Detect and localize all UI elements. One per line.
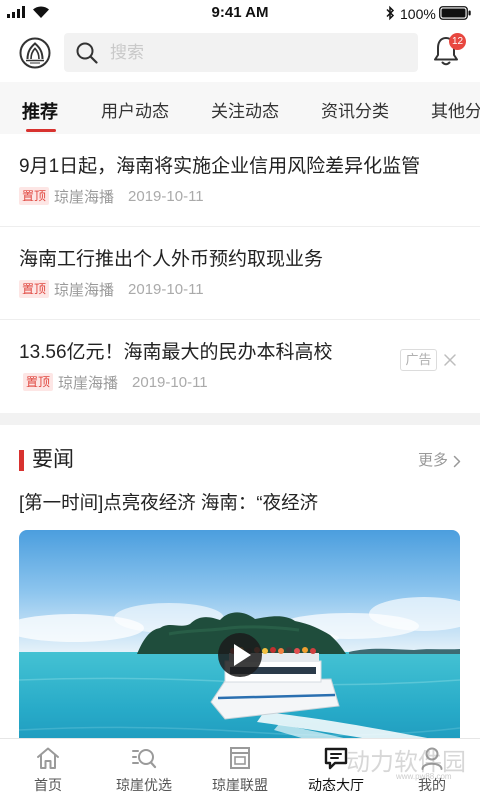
app-screen: 9:41 AM 100% 12 bbox=[0, 0, 480, 800]
news-meta: 置顶 琼崖海播 2019-10-11 bbox=[19, 279, 204, 299]
news-date: 2019-10-11 bbox=[128, 187, 204, 205]
pinned-tag: 置顶 bbox=[19, 280, 50, 298]
close-icon[interactable] bbox=[443, 353, 457, 367]
nav-label: 我的 bbox=[418, 777, 446, 793]
nav-label: 动态大厅 bbox=[308, 777, 364, 793]
news-item[interactable]: 9月1日起，海南将实施企业信用风险差异化监管 置顶 琼崖海播 2019-10-1… bbox=[0, 134, 480, 227]
search-input[interactable] bbox=[110, 33, 400, 72]
section-title: 要闻 bbox=[32, 448, 74, 471]
nav-label: 首页 bbox=[34, 777, 62, 793]
profile-icon bbox=[421, 747, 443, 770]
search-bar[interactable] bbox=[64, 33, 418, 72]
nav-alliance[interactable]: 琼崖联盟 bbox=[192, 739, 288, 800]
headlines-section-header: 要闻 更多 bbox=[0, 425, 480, 481]
news-board-icon bbox=[230, 747, 250, 769]
nav-home[interactable]: 首页 bbox=[0, 739, 96, 800]
bluetooth-icon bbox=[386, 5, 395, 21]
nav-label: 琼崖联盟 bbox=[212, 777, 268, 793]
tab-other-categories[interactable]: 其他分类 bbox=[431, 100, 480, 124]
featured-title[interactable]: [第一时间]点亮夜经济 海南：“夜经济 bbox=[19, 490, 461, 516]
logo-icon[interactable] bbox=[19, 37, 51, 69]
news-title: 13.56亿元！海南最大的民办本科高校 bbox=[19, 342, 333, 363]
tab-user-updates[interactable]: 用户动态 bbox=[101, 100, 169, 124]
news-source: 琼崖海播 bbox=[54, 281, 115, 299]
ad-badge: 广告 bbox=[400, 349, 437, 371]
pinned-tag: 置顶 bbox=[23, 373, 54, 391]
battery-icon bbox=[439, 6, 471, 20]
news-date: 2019-10-11 bbox=[128, 280, 204, 298]
news-title: 海南工行推出个人外币预约取现业务 bbox=[19, 249, 324, 270]
news-item[interactable]: 海南工行推出个人外币预约取现业务 置顶 琼崖海播 2019-10-11 bbox=[0, 227, 480, 320]
news-item-ad[interactable]: 13.56亿元！海南最大的民办本科高校 置顶 琼崖海播 2019-10-11 广… bbox=[0, 320, 480, 413]
battery-percent: 100% bbox=[400, 6, 436, 22]
more-link[interactable]: 更多 bbox=[418, 451, 448, 471]
news-meta: 置顶 琼崖海播 2019-10-11 bbox=[19, 186, 204, 206]
nav-profile[interactable]: 我的 bbox=[384, 739, 480, 800]
featured-video-thumbnail[interactable] bbox=[19, 530, 460, 770]
active-tab-indicator bbox=[26, 129, 56, 132]
chevron-right-icon[interactable] bbox=[453, 455, 461, 468]
notification-badge: 12 bbox=[449, 33, 467, 50]
tab-following[interactable]: 关注动态 bbox=[211, 100, 279, 124]
category-tabs: 推荐 用户动态 关注动态 资讯分类 其他分类 bbox=[0, 82, 480, 134]
tab-recommend[interactable]: 推荐 bbox=[22, 100, 58, 124]
section-divider bbox=[0, 413, 480, 425]
app-header: 12 bbox=[0, 28, 480, 82]
home-icon bbox=[37, 747, 59, 769]
news-source: 琼崖海播 bbox=[54, 188, 115, 206]
nav-selection[interactable]: 琼崖优选 bbox=[96, 739, 192, 800]
news-title: 9月1日起，海南将实施企业信用风险差异化监管 bbox=[19, 156, 421, 177]
play-button[interactable] bbox=[218, 633, 262, 677]
search-list-icon bbox=[132, 749, 157, 769]
search-icon bbox=[76, 42, 98, 64]
bottom-navigation: 首页 琼崖优选 琼崖联盟 动态大厅 我的 bbox=[0, 738, 480, 800]
news-date: 2019-10-11 bbox=[132, 373, 208, 391]
nav-label: 琼崖优选 bbox=[116, 777, 172, 793]
chat-icon bbox=[324, 747, 348, 770]
tab-news-categories[interactable]: 资讯分类 bbox=[321, 100, 389, 124]
news-source: 琼崖海播 bbox=[58, 374, 119, 392]
news-meta: 置顶 琼崖海播 2019-10-11 bbox=[23, 372, 208, 392]
section-accent-bar bbox=[19, 450, 24, 471]
status-bar: 9:41 AM 100% bbox=[0, 0, 480, 28]
pinned-tag: 置顶 bbox=[19, 187, 50, 205]
nav-feed-hall[interactable]: 动态大厅 bbox=[288, 739, 384, 800]
